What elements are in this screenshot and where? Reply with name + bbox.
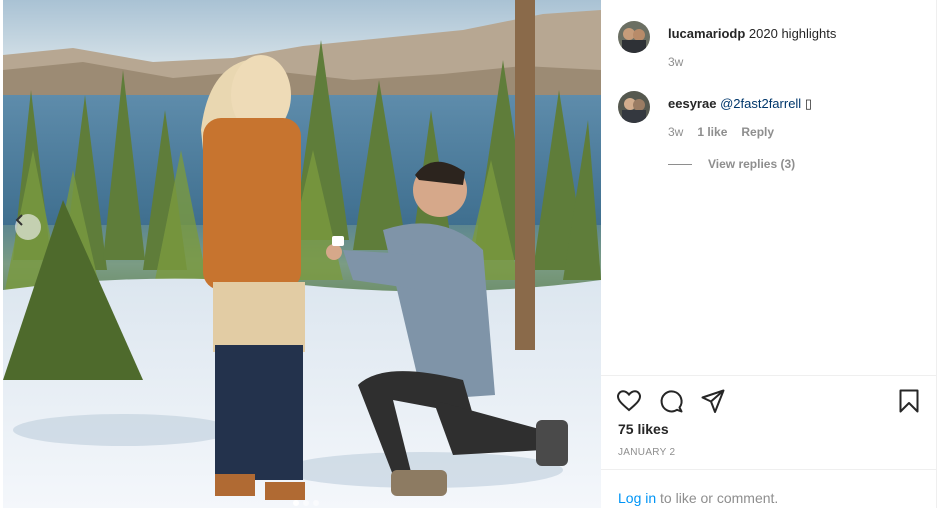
share-icon[interactable] (700, 388, 726, 414)
carousel-dot (303, 500, 309, 506)
bookmark-icon[interactable] (896, 388, 922, 414)
proposal-photo-illustration (3, 0, 601, 508)
login-link[interactable]: Log in (618, 490, 656, 506)
comment-emoji: ▯ (804, 96, 812, 111)
avatar[interactable] (618, 21, 650, 53)
carousel-indicator (293, 500, 319, 506)
divider (668, 163, 692, 165)
comment-username[interactable]: eesyrae (668, 96, 716, 111)
divider (601, 469, 936, 470)
avatar[interactable] (618, 91, 650, 123)
caption-username[interactable]: lucamariodp (668, 26, 745, 41)
reply-button[interactable]: Reply (741, 125, 774, 139)
comment-mention[interactable]: @2fast2farrell (720, 96, 801, 111)
user-avatar-icon (618, 91, 650, 123)
post-sidebar: lucamariodp 2020 highlights 3w eesyrae @… (601, 0, 936, 508)
post-photo[interactable] (3, 0, 601, 508)
post-caption: lucamariodp 2020 highlights 3w (618, 21, 836, 69)
user-avatar-icon (618, 21, 650, 53)
action-bar (601, 375, 936, 413)
carousel-dot (293, 500, 299, 506)
heart-icon[interactable] (616, 388, 642, 414)
caption-time[interactable]: 3w (668, 55, 683, 69)
previous-image-button[interactable] (15, 214, 41, 240)
post-date[interactable]: JANUARY 2 (618, 447, 675, 458)
comment-time[interactable]: 3w (668, 125, 683, 139)
login-prompt: Log in to like or comment. (618, 490, 778, 506)
view-replies-button[interactable]: View replies (3) (668, 157, 795, 171)
carousel-dot (313, 500, 319, 506)
comment-item: eesyrae @2fast2farrell ▯ 3w 1 like Reply (618, 91, 812, 139)
comment-like-count[interactable]: 1 like (697, 125, 727, 139)
chevron-left-icon (15, 214, 23, 226)
instagram-post: lucamariodp 2020 highlights 3w eesyrae @… (0, 0, 944, 508)
view-replies-label: View replies (3) (708, 157, 796, 171)
panel-edge (936, 0, 944, 508)
like-count[interactable]: 75 likes (618, 421, 669, 437)
comment-icon[interactable] (658, 388, 684, 414)
login-prompt-text: to like or comment. (656, 490, 779, 506)
caption-text: 2020 highlights (748, 26, 837, 41)
